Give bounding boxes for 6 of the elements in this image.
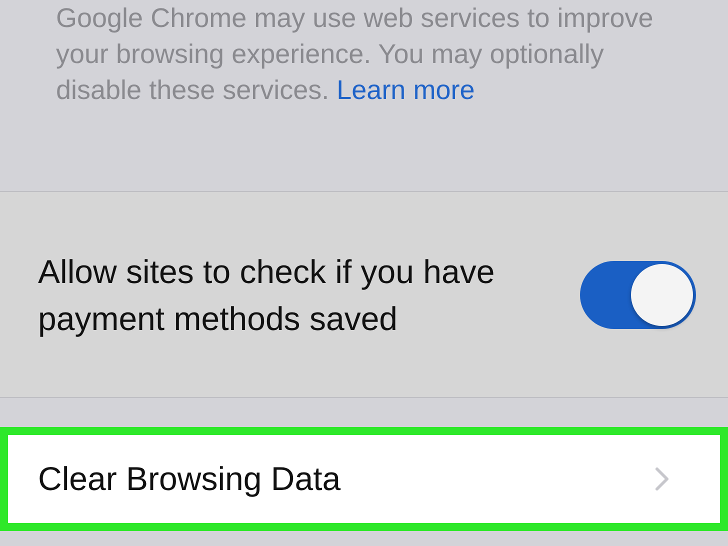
learn-more-link[interactable]: Learn more [336, 75, 475, 105]
footer-text: Google Chrome may use web services to improve your browsing experience. You may optionally disable these services. Learn more [56, 2, 654, 107]
chevron-icon [654, 466, 670, 492]
clear-browsing-data-row[interactable]: Clear Browsing Data [0, 427, 728, 531]
row-label: Clear Browsing Data [38, 460, 341, 498]
toggle-label: Allow sites to check if you have payment methods saved [38, 252, 496, 339]
